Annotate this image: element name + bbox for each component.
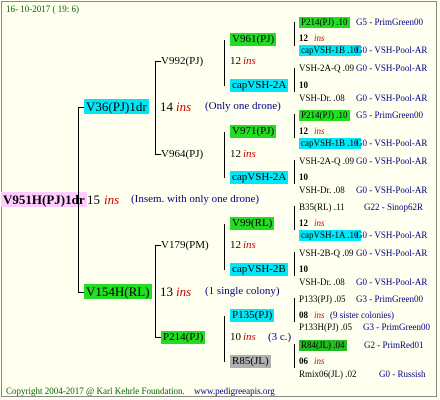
gen2-year-1: 12	[230, 55, 241, 67]
gen3-ins-1: ins	[314, 33, 325, 43]
gen3-queen-2[interactable]: capVSH-2A	[230, 79, 289, 92]
gen4-queen-7[interactable]: VSH-2A-Q .09	[299, 156, 354, 167]
gen2-ins-1: ins	[243, 55, 256, 67]
gen2-bracket-2	[224, 132, 225, 178]
gen3-bracket-3	[294, 114, 295, 138]
gen3-bracket-8	[294, 344, 295, 368]
gen4-src-11: G0 - VSH-Pool-AR	[356, 248, 428, 258]
gen4-queen-5[interactable]: P214(PJ) .10	[299, 110, 350, 121]
gen4-queen-14[interactable]: P133H(PJ) .05	[299, 322, 352, 333]
root-note: (Insem. with only one drone)	[131, 193, 259, 205]
gen1-father-ins: ins	[176, 99, 192, 114]
gen3-queen-5[interactable]: V99(RL)	[230, 217, 275, 230]
gen4-src-12: G0 - VSH-Pool-AR	[356, 277, 428, 287]
gen2-bracket-3	[224, 224, 225, 270]
gen1-mother-note: (1 single colony)	[205, 285, 280, 297]
gen3-ins-8: ins	[314, 356, 325, 366]
gen3-bracket-2	[294, 68, 295, 92]
gen3-year-8: 06	[299, 356, 308, 366]
gen3-bracket-4	[294, 160, 295, 184]
gen2-year-3: 12	[230, 239, 241, 251]
gen2-queen-2[interactable]: V964(PJ)	[161, 148, 203, 161]
gen3-queen-4[interactable]: capVSH-2A	[230, 171, 289, 184]
gen2-ins-3: ins	[243, 239, 256, 251]
gen4-queen-2[interactable]: capVSH-1B .10	[299, 45, 361, 56]
gen4-src-15: G2 - PrimRed01	[364, 340, 424, 350]
gen3-year-5: 12	[299, 218, 308, 228]
date-header: 16- 10-2017 ( 19: 6)	[6, 4, 79, 14]
gen3-year-2: 10	[299, 80, 308, 90]
gen4-src-4: G0 - VSH-Pool-AR	[356, 93, 428, 103]
gen3-queen-7[interactable]: P135(PJ)	[230, 309, 275, 322]
gen1-bracket-b	[155, 245, 156, 338]
gen3-year-6: 10	[299, 264, 308, 274]
gen2-year-4: 10	[230, 331, 241, 343]
gen2-bracket-1	[224, 40, 225, 86]
root-year: 15	[87, 192, 100, 207]
gen1-bracket-a	[155, 61, 156, 155]
gen3-queen-6[interactable]: capVSH-2B	[230, 263, 288, 276]
gen2-ins-4: ins	[243, 331, 256, 343]
gen3-queen-3[interactable]: V971(PJ)	[230, 125, 277, 138]
gen4-src-6: G0 - VSH-Pool-AR	[356, 138, 428, 148]
gen3-bracket-5	[294, 206, 295, 230]
gen3-bracket-6	[294, 252, 295, 276]
gen1-mother-ins: ins	[176, 284, 192, 299]
footer-url[interactable]: www.pedigreeapis.org	[194, 386, 275, 397]
gen4-src-2: G0 - VSH-Pool-AR	[356, 45, 428, 55]
gen3-year-3: 12	[299, 126, 308, 136]
root-ins: ins	[104, 192, 120, 207]
gen4-queen-4[interactable]: VSH-Dr. .08	[299, 93, 345, 104]
gen4-src-7: G0 - VSH-Pool-AR	[356, 156, 428, 166]
gen3-ins-7: ins	[314, 310, 325, 320]
gen3-year-1: 12	[299, 33, 308, 43]
gen4-queen-3[interactable]: VSH-2A-Q .09	[299, 63, 354, 74]
gen4-src-10: G0 - VSH-Pool-AR	[356, 230, 428, 240]
gen2-queen-1[interactable]: V992(PJ)	[161, 55, 203, 68]
gen3-bracket-7	[294, 298, 295, 322]
gen1-father-year: 14	[160, 99, 173, 114]
gen3-bracket-1	[294, 22, 295, 46]
gen2-note-4: (3 c.)	[268, 331, 292, 343]
gen3-year-7: 08	[299, 310, 308, 320]
gen4-src-16: G0 - Russish	[379, 369, 426, 379]
gen4-queen-13[interactable]: P133(PJ) .05	[299, 294, 346, 305]
gen4-queen-8[interactable]: VSH-Dr. .08	[299, 185, 345, 196]
footer-copyright: Copyright 2004-2017 @ Karl Kehrle Founda…	[6, 386, 185, 396]
gen4-queen-6[interactable]: capVSH-1B .10	[299, 138, 361, 149]
gen1-father-note: (Only one drone)	[205, 100, 281, 112]
gen4-queen-16[interactable]: Rmix06(JL) .02	[299, 369, 357, 380]
gen4-queen-11[interactable]: VSH-2B-Q .09	[299, 248, 354, 259]
gen1-father-queen[interactable]: V36(PJ)1dr	[84, 99, 149, 114]
gen4-src-3: G0 - VSH-Pool-AR	[356, 63, 428, 73]
gen2-queen-4[interactable]: P214(PJ)	[161, 331, 206, 344]
gen3-queen-1[interactable]: V961(PJ)	[230, 33, 277, 46]
gen1-mother-queen[interactable]: V154H(RL)	[84, 284, 152, 299]
gen4-src-9: G22 - Sinop62R	[364, 202, 424, 212]
gen4-queen-15[interactable]: R84(JL) .04	[299, 340, 347, 351]
root-queen[interactable]: V951H(PJ)1dr	[1, 192, 87, 207]
gen4-src-5: G5 - PrimGreen00	[356, 110, 423, 120]
gen3-queen-8[interactable]: R85(JL)	[230, 355, 271, 368]
gen3-year-4: 10	[299, 172, 308, 182]
gen4-queen-10[interactable]: capVSH-1A .10	[299, 230, 361, 241]
gen4-queen-9[interactable]: B35(RL) .11	[299, 202, 345, 213]
gen2-queen-3[interactable]: V179(PM)	[161, 239, 209, 252]
gen4-src-14: G3 - PrimGreen00	[363, 322, 430, 332]
gen1-mother-year: 13	[160, 284, 173, 299]
gen3-note-7: (9 sister colonies)	[330, 310, 394, 320]
root-bracket	[78, 107, 79, 293]
gen4-src-8: G0 - VSH-Pool-AR	[356, 185, 428, 195]
gen3-ins-5: ins	[314, 218, 325, 228]
gen4-src-1: G5 - PrimGreen00	[356, 17, 423, 27]
gen2-ins-2: ins	[243, 148, 256, 160]
gen4-queen-12[interactable]: VSH-Dr. .08	[299, 277, 345, 288]
gen3-ins-3: ins	[314, 126, 325, 136]
gen4-src-13: G3 - PrimGreen00	[356, 294, 423, 304]
gen4-queen-1[interactable]: P214(PJ) .10	[299, 17, 350, 28]
gen2-bracket-4	[224, 316, 225, 362]
gen2-year-2: 12	[230, 148, 241, 160]
